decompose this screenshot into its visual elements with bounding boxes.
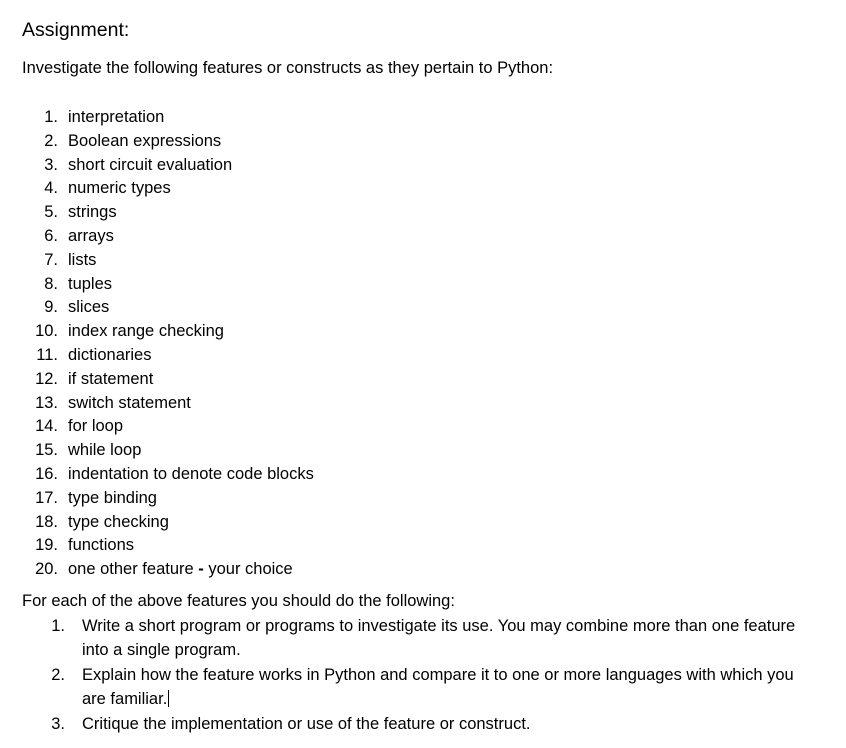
list-item-number: 6. <box>44 226 58 245</box>
list-item-number: 15. <box>35 441 58 460</box>
list-item-number: 5. <box>44 203 58 222</box>
list-item-label: tuples <box>68 274 113 293</box>
intro-paragraph: Investigate the following features or co… <box>22 59 554 77</box>
list-item-number: 4. <box>44 179 58 198</box>
list-item[interactable]: 18. type checking <box>22 511 822 535</box>
list-item[interactable]: 1. Write a short program or programs to i… <box>22 614 812 663</box>
list-item[interactable]: 14. for loop <box>22 415 822 439</box>
list-item-label: while loop <box>68 441 142 460</box>
list-item-text: Critique the implementation or use of th… <box>82 712 807 736</box>
list-item[interactable]: 2. Explain how the feature works in Pytho… <box>22 663 812 712</box>
list-item[interactable]: 7. lists <box>22 249 822 273</box>
list-item-number: 18. <box>35 512 58 531</box>
list-item-number: 12. <box>35 369 58 388</box>
list-item-number: 8. <box>44 274 58 293</box>
list-item-number: 10. <box>35 322 58 341</box>
list-item[interactable]: 17. type binding <box>22 487 822 511</box>
task-list: 1. Write a short program or programs to i… <box>22 614 812 736</box>
list-item-number: 13. <box>35 393 58 412</box>
list-item-number: 2. <box>44 131 58 150</box>
list-item[interactable]: 20. one other feature - your choice <box>22 558 822 582</box>
list-item[interactable]: 10. index range checking <box>22 320 822 344</box>
list-item-number: 3. <box>51 714 65 733</box>
list-item-label: numeric types <box>68 179 171 198</box>
document-page: Assignment: Investigate the following fe… <box>0 0 846 748</box>
list-item[interactable]: 4. numeric types <box>22 177 822 201</box>
list-item[interactable]: 12. if statement <box>22 368 822 392</box>
list-item-label: switch statement <box>68 393 191 412</box>
list-item-text: Write a short program or programs to inv… <box>82 614 807 663</box>
list-item-text-body: Critique the implementation or use of th… <box>82 714 531 733</box>
list-item-label: for loop <box>68 417 124 436</box>
page-title: Assignment: <box>22 19 130 41</box>
list-item-label-pre-dash: one other feature <box>68 560 199 579</box>
list-item[interactable]: 16. indentation to denote code blocks <box>22 463 822 487</box>
list-item-number: 2. <box>51 665 65 684</box>
list-item-number: 7. <box>44 250 58 269</box>
list-item-label: Boolean expressions <box>68 131 222 150</box>
list-item-label: one other feature - your choice <box>68 558 293 582</box>
list-item[interactable]: 2. Boolean expressions <box>22 130 822 154</box>
list-item[interactable]: 5. strings <box>22 201 822 225</box>
list-item-label: indentation to denote code blocks <box>68 464 314 483</box>
list-item-text-body: Write a short program or programs to inv… <box>82 617 796 660</box>
list-item-number: 3. <box>44 155 58 174</box>
list-item-text: Explain how the feature works in Python … <box>82 663 807 712</box>
list-item-number: 9. <box>44 298 58 317</box>
list-item[interactable]: 1. interpretation <box>22 106 822 130</box>
list-item-label: interpretation <box>68 108 165 126</box>
list-item-number: 16. <box>35 464 58 483</box>
list-item-number: 14. <box>35 417 58 436</box>
second-intro-paragraph: For each of the above features you shoul… <box>22 592 455 610</box>
list-item-label: if statement <box>68 369 154 388</box>
list-item-label: functions <box>68 536 135 555</box>
list-item-label: lists <box>68 250 97 269</box>
text-cursor-caret <box>168 690 170 708</box>
list-item-number: 17. <box>35 488 58 507</box>
list-item[interactable]: 3. short circuit evaluation <box>22 154 822 178</box>
list-item-label: slices <box>68 298 110 317</box>
list-item[interactable]: 8. tuples <box>22 273 822 297</box>
list-item[interactable]: 3. Critique the implementation or use of … <box>22 712 812 736</box>
list-item[interactable]: 6. arrays <box>22 225 822 249</box>
list-item-number: 20. <box>35 560 58 579</box>
list-item-label: strings <box>68 203 117 222</box>
list-item-number: 11. <box>36 345 58 364</box>
list-item-label: type binding <box>68 488 157 507</box>
list-item[interactable]: 13. switch statement <box>22 392 822 416</box>
list-item-label: index range checking <box>68 322 224 341</box>
list-item-text-body: Explain how the feature works in Python … <box>82 665 794 709</box>
list-item-label: dictionaries <box>68 345 152 364</box>
list-item-number: 1. <box>44 108 58 126</box>
list-item-label-post-dash: your choice <box>203 560 293 579</box>
list-item[interactable]: 11. dictionaries <box>22 344 822 368</box>
list-item[interactable]: 19. functions <box>22 534 822 558</box>
list-item-label: type checking <box>68 512 169 531</box>
list-item-label: arrays <box>68 226 114 245</box>
list-item-number: 1. <box>51 617 65 635</box>
list-item-label: short circuit evaluation <box>68 155 233 174</box>
list-item[interactable]: 15. while loop <box>22 439 822 463</box>
list-item-number: 19. <box>35 536 58 555</box>
list-item[interactable]: 9. slices <box>22 296 822 320</box>
feature-list: 1. interpretation 2. Boolean expressions 3. s… <box>22 106 822 582</box>
